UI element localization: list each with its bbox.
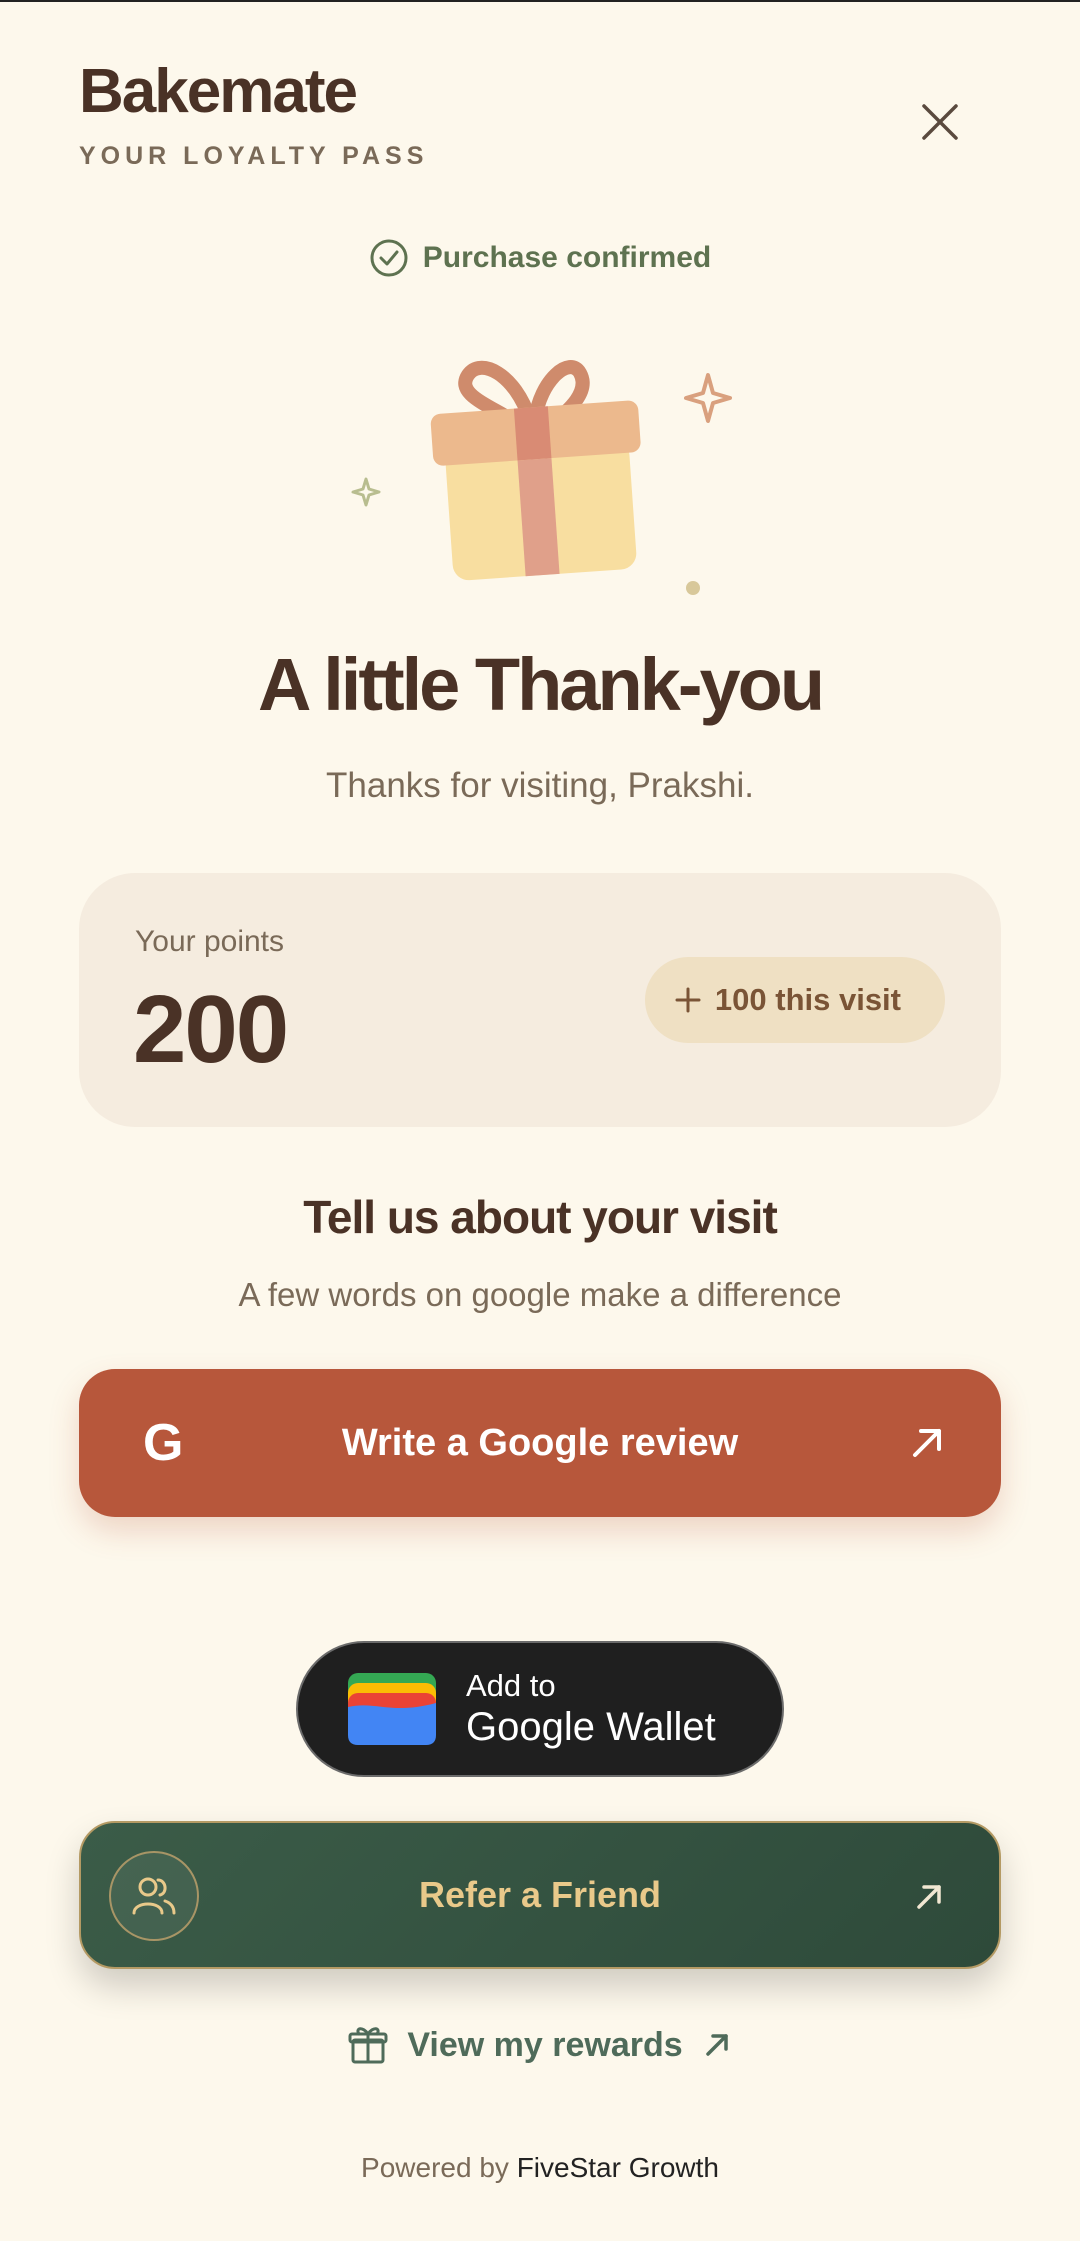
points-delta-text: 100 this visit [714,982,901,1017]
users-icon [132,1877,176,1915]
brand-header: Bakemate YOUR LOYALTY PASS [79,56,428,171]
wallet-line-1: Add to [466,1668,556,1703]
google-wallet-icon [348,1673,436,1745]
hero-title: A little Thank-you [257,643,825,726]
wallet-line-2: Google Wallet [466,1705,716,1749]
plus-icon [675,987,701,1013]
hero-subtitle: Thanks for visiting, Prakshi. [326,766,754,805]
close-button[interactable] [914,96,966,148]
check-circle-icon [370,239,408,277]
gift-icon [348,2027,388,2064]
sparkle-icon [684,373,732,423]
add-to-google-wallet-button[interactable]: Add to Google Wallet [296,1641,784,1777]
google-g-icon: G [143,1414,184,1472]
sparkle-small-icon [351,477,381,507]
dot-decoration [686,581,700,595]
view-my-rewards-link[interactable]: View my rewards [0,2024,1080,2066]
points-value: 200 [133,976,289,1083]
refer-button-label: Refer a Friend [418,1874,662,1915]
arrow-up-right-icon [917,1885,941,1909]
review-button-label: Write a Google review [341,1421,739,1464]
points-delta-badge: 100 this visit [644,957,945,1043]
arrow-up-right-icon [913,1429,941,1457]
purchase-status-text: Purchase confirmed [422,241,712,274]
powered-by-footer: Powered by FiveStar Growth [0,2152,1080,2184]
powered-by-brand: FiveStar Growth [516,2152,719,2183]
wallet-text: Add to Google Wallet [466,1668,716,1750]
refer-icon-badge [109,1851,199,1941]
top-edge-line [0,0,1080,2]
close-icon [922,104,958,140]
review-section-subtitle: A few words on google make a difference [238,1276,842,1313]
gift-illustration [351,360,732,595]
purchase-status: Purchase confirmed [0,238,1080,278]
points-card: Your points 200 100 this visit [79,873,1001,1127]
refer-a-friend-button[interactable]: Refer a Friend [79,1821,1001,1969]
view-my-rewards-label: View my rewards [407,2025,683,2064]
brand-name: Bakemate [79,57,358,126]
write-google-review-button[interactable]: G Write a Google review [79,1369,1001,1517]
arrow-up-right-icon [705,2034,728,2056]
review-section-title: Tell us about your visit [303,1191,778,1243]
brand-subtitle: YOUR LOYALTY PASS [79,142,429,170]
powered-by-prefix: Powered by [361,2152,509,2183]
points-label: Your points [135,925,285,958]
